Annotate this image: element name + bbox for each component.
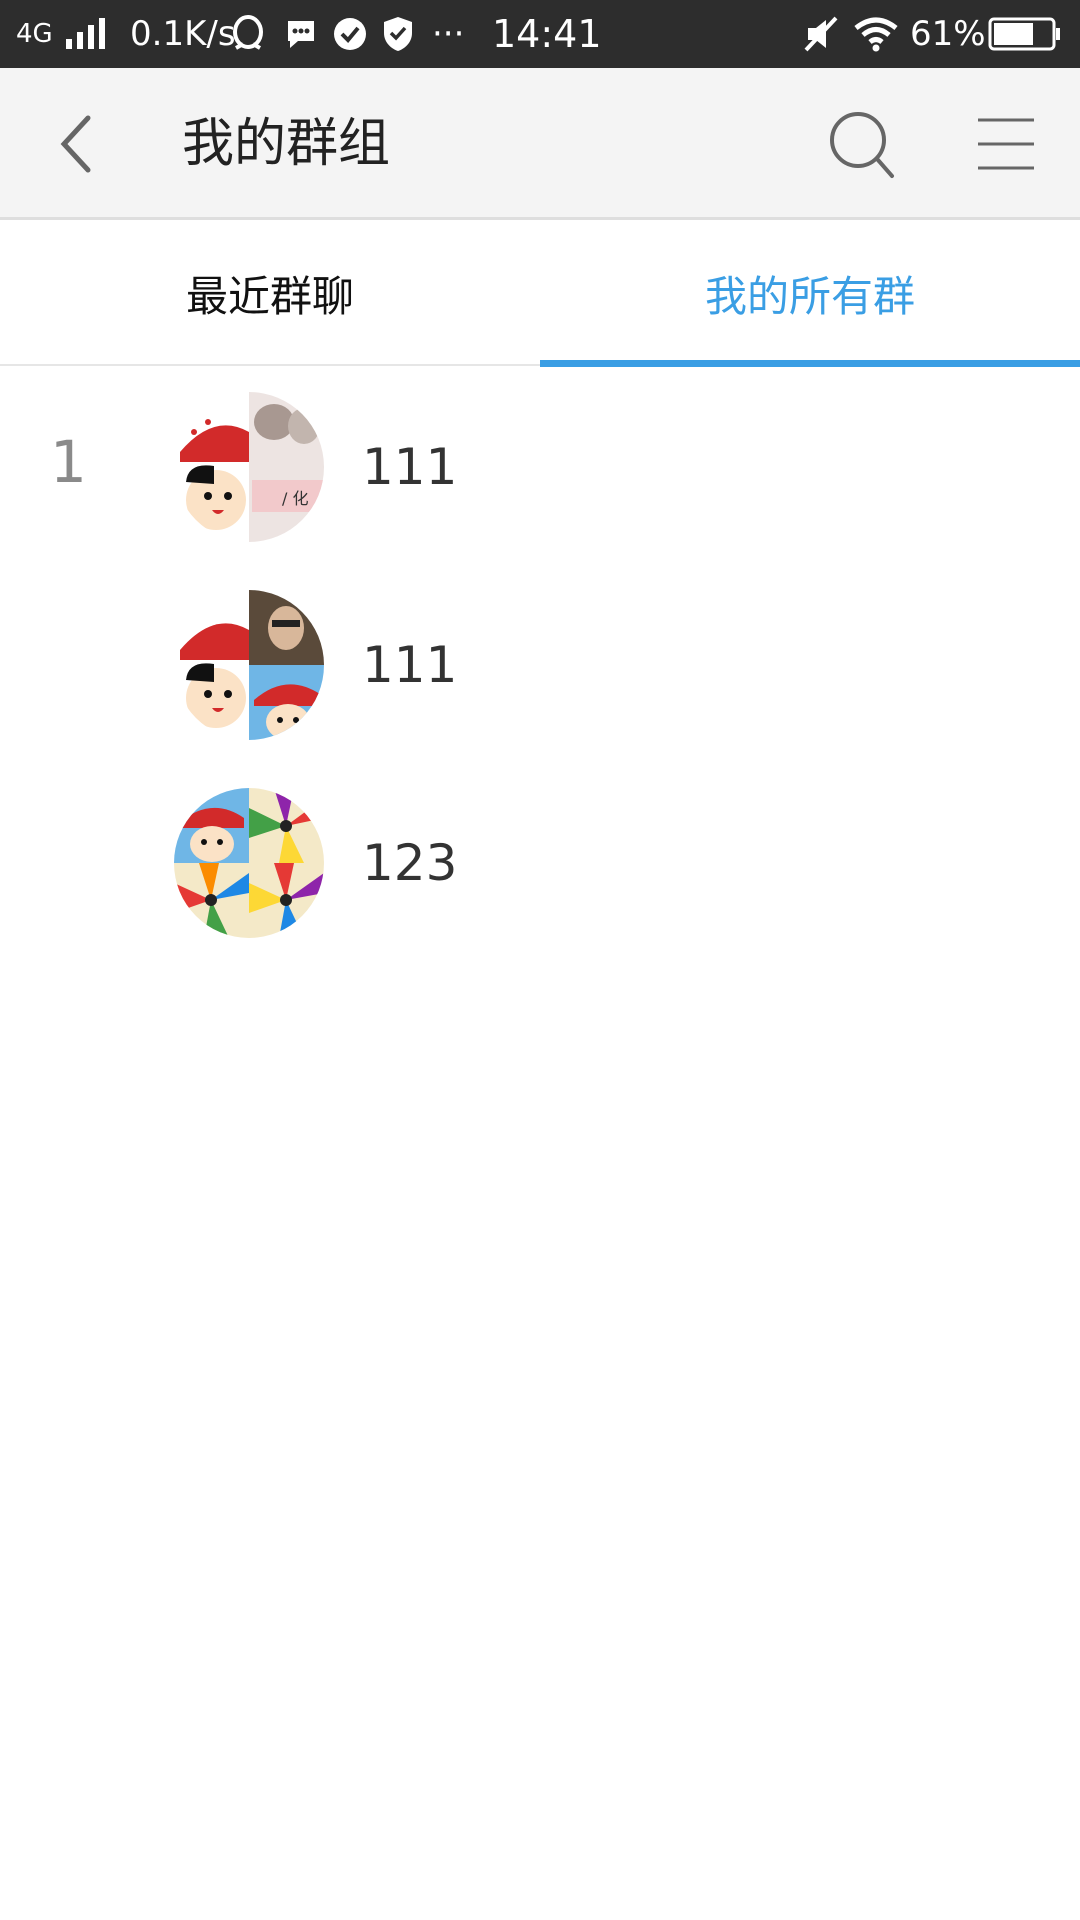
battery-percent: 61% xyxy=(910,14,986,54)
group-avatar xyxy=(174,788,324,938)
status-bar: 4G 0.1K/s ··· 14:41 61% xyxy=(0,0,1080,68)
group-avatar xyxy=(174,590,324,740)
section-index: 1 xyxy=(50,428,87,496)
group-list-item[interactable]: 1 / 化 111 xyxy=(0,368,1080,566)
tab-recent-groups[interactable]: 最近群聊 xyxy=(0,220,540,366)
app-header: 我的群组 xyxy=(0,68,1080,220)
search-button[interactable] xyxy=(826,108,902,184)
group-avatar: / 化 xyxy=(174,392,324,542)
mute-icon xyxy=(804,0,838,68)
network-type: 4G xyxy=(16,19,53,49)
tab-label: 最近群聊 xyxy=(185,271,354,321)
wifi-icon xyxy=(852,0,900,68)
shield-icon xyxy=(382,0,414,68)
search-icon xyxy=(830,112,894,178)
group-list-item[interactable]: 123 xyxy=(0,764,1080,962)
tab-all-groups[interactable]: 我的所有群 xyxy=(540,220,1080,366)
clock: 14:41 xyxy=(492,12,602,56)
more-notifications: ··· xyxy=(432,14,465,54)
check-icon xyxy=(332,0,368,68)
group-name: 123 xyxy=(362,834,458,892)
back-button[interactable] xyxy=(48,106,108,182)
menu-button[interactable] xyxy=(974,112,1038,176)
signal-icon xyxy=(64,0,108,68)
qq-icon xyxy=(230,0,266,68)
tab-label: 我的所有群 xyxy=(704,271,915,321)
svg-text:/ 化: / 化 xyxy=(282,489,308,508)
network-speed: 0.1K/s xyxy=(130,14,236,54)
hamburger-menu-icon xyxy=(978,118,1034,170)
battery-icon xyxy=(988,0,1062,68)
group-tabs: 最近群聊 我的所有群 xyxy=(0,220,1080,367)
message-icon xyxy=(284,0,318,68)
group-name: 111 xyxy=(362,636,458,694)
active-tab-indicator xyxy=(540,360,1080,367)
group-list-item[interactable]: 111 xyxy=(0,566,1080,764)
group-name: 111 xyxy=(362,438,458,496)
page-title: 我的群组 xyxy=(182,114,391,174)
